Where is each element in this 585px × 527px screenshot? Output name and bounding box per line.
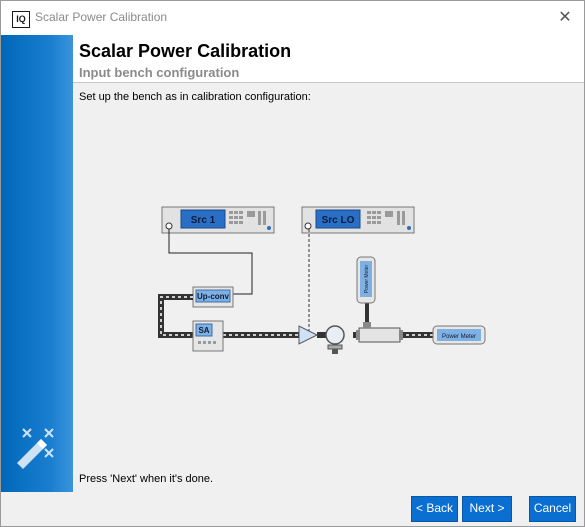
upconv-module: Up-conv bbox=[192, 286, 234, 308]
page-title: Scalar Power Calibration bbox=[79, 41, 292, 61]
circulator-symbol bbox=[325, 325, 345, 354]
button-bar: < Back Next > Cancel bbox=[1, 492, 584, 526]
instruction-text: Set up the bench as in calibration confi… bbox=[79, 91, 311, 103]
src1-label: Src 1 bbox=[191, 215, 216, 226]
app-logo-icon: IQ bbox=[12, 11, 30, 28]
power-meter-sensor-vertical: Power Meter bbox=[356, 256, 376, 322]
srclo-instrument: Src LO bbox=[301, 206, 415, 234]
power-meter-sensor-horizontal: Power Meter bbox=[432, 325, 486, 345]
title-bar: IQ Scalar Power Calibration ✕ bbox=[1, 1, 584, 35]
power-meter-vertical-label: Power Meter bbox=[364, 264, 370, 293]
src1-instrument: Src 1 bbox=[161, 206, 275, 234]
wizard-sidebar bbox=[1, 35, 73, 492]
footer-instruction: Press 'Next' when it's done. bbox=[79, 473, 214, 485]
back-button[interactable]: < Back bbox=[411, 496, 458, 522]
power-meter-horizontal-label: Power Meter bbox=[442, 334, 476, 340]
sa-label: SA bbox=[198, 326, 209, 335]
srclo-label: Src LO bbox=[322, 215, 355, 226]
sa-instrument: SA bbox=[192, 320, 224, 352]
window-title: Scalar Power Calibration bbox=[35, 10, 168, 24]
wizard-content: Scalar Power Calibration Input bench con… bbox=[73, 35, 584, 492]
coupler-symbol bbox=[356, 322, 403, 343]
close-icon[interactable]: ✕ bbox=[554, 7, 576, 29]
upconv-label: Up-conv bbox=[197, 292, 230, 301]
header-divider bbox=[73, 82, 584, 83]
page-header: Scalar Power Calibration Input bench con… bbox=[73, 35, 584, 83]
bench-diagram: Src 1 Src LO Up-conv SA Power Meter Powe… bbox=[158, 206, 486, 354]
next-button[interactable]: Next > bbox=[462, 496, 512, 522]
cancel-button[interactable]: Cancel bbox=[529, 496, 576, 522]
page-subtitle: Input bench configuration bbox=[79, 65, 240, 80]
amplifier-symbol bbox=[298, 325, 319, 345]
dialog-window: IQ Scalar Power Calibration ✕ Scalar Pow… bbox=[0, 0, 585, 527]
magic-wand-icon bbox=[17, 428, 54, 469]
